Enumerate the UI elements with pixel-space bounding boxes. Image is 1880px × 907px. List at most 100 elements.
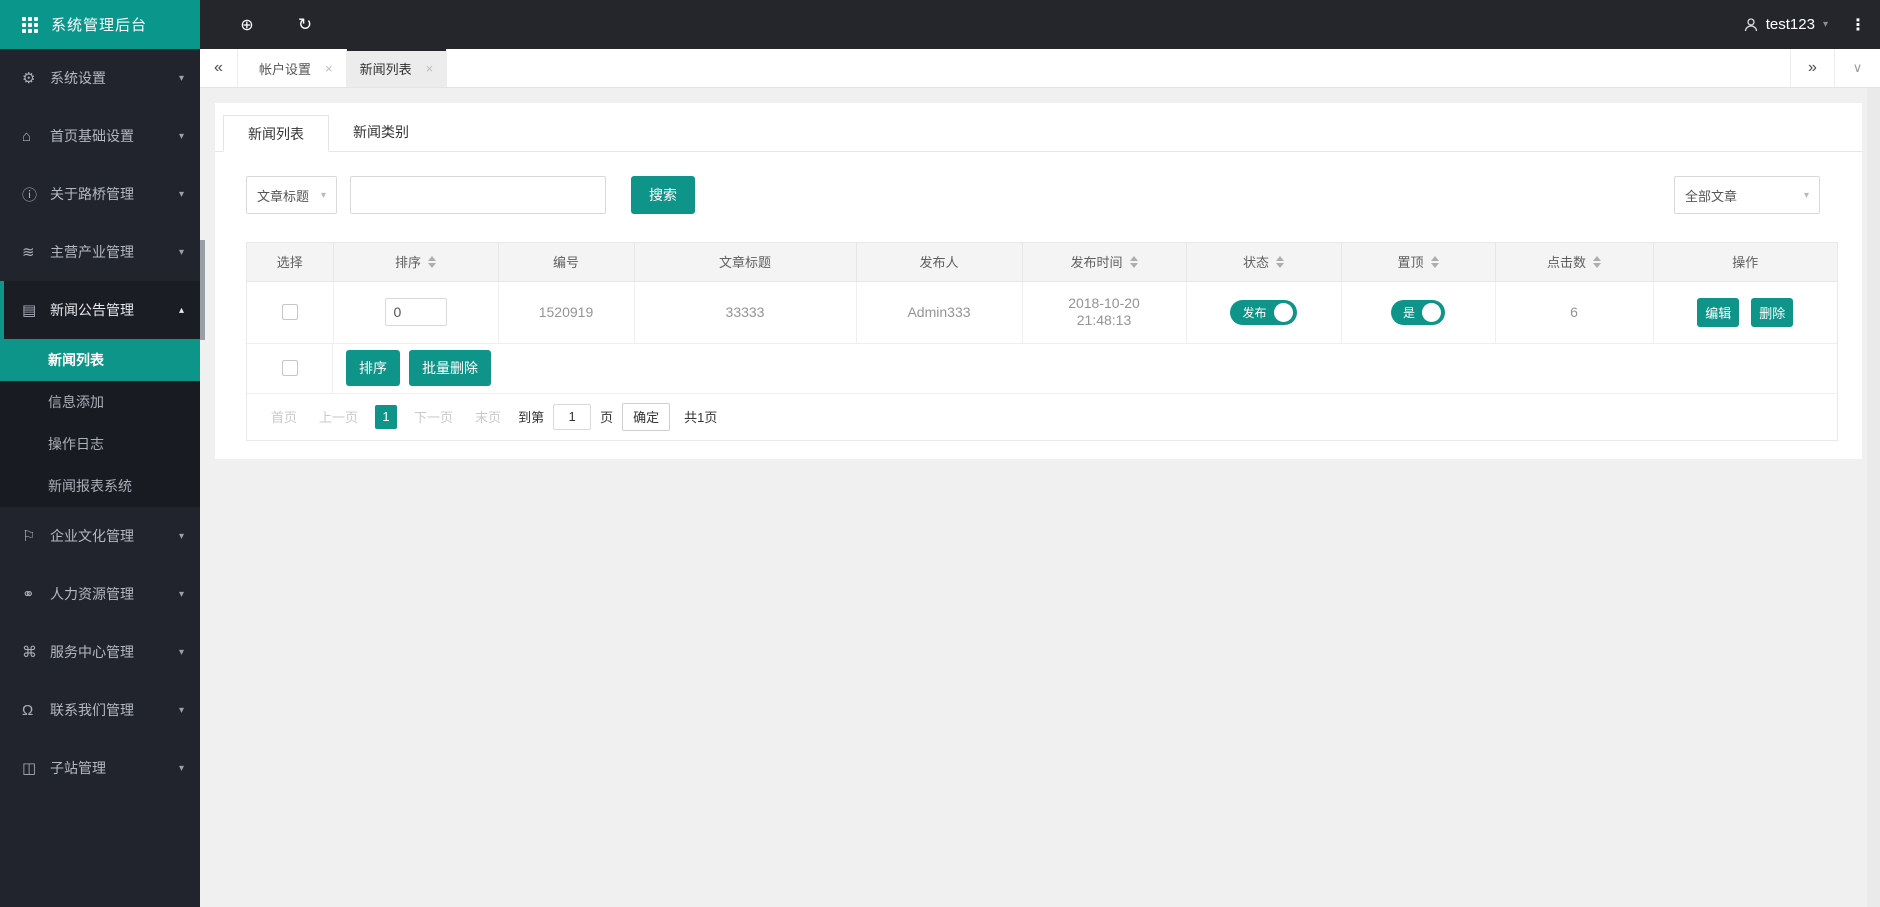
collapse-tabs-button[interactable]: « <box>200 49 238 87</box>
chevron-down-icon: ▾ <box>178 130 184 142</box>
status-toggle[interactable]: 发布 <box>1230 299 1297 325</box>
news-card: 新闻列表 新闻类别 文章标题 ▾ 搜索 全部文章 ▾ 选择 排序 编号 文章标题… <box>215 103 1862 459</box>
row-sort-input[interactable] <box>384 298 447 326</box>
sidebar-item-subsite-management[interactable]: ◫ 子站管理 ▾ <box>0 739 200 797</box>
sort-icon[interactable] <box>1129 255 1138 268</box>
tab-news-category[interactable]: 新闻类别 <box>329 114 433 151</box>
chevron-down-icon: ▾ <box>178 704 184 716</box>
sidebar-subitem-news-report[interactable]: 新闻报表系统 <box>0 465 200 507</box>
more-menu-icon[interactable]: ⋮ <box>1850 15 1866 35</box>
sidebar-item-label: 主营产业管理 <box>50 244 134 260</box>
expand-tabs-button[interactable]: » <box>1790 49 1834 87</box>
sidebar-item-news-management[interactable]: ▤ 新闻公告管理 ▴ <box>0 281 200 339</box>
chevron-down-icon: ▾ <box>178 72 184 84</box>
sidebar-item-about-management[interactable]: ⓘ 关于路桥管理 ▾ <box>0 165 200 223</box>
chevron-down-icon: ▾ <box>178 646 184 658</box>
tab-options-button[interactable]: ∨ <box>1834 49 1880 87</box>
sidebar-scrollbar-thumb[interactable] <box>200 240 205 340</box>
col-select: 选择 <box>247 243 334 282</box>
search-button[interactable]: 搜索 <box>631 176 695 214</box>
sidebar-item-label: 联系我们管理 <box>50 702 134 718</box>
user-menu[interactable]: test123 ▾ <box>1743 16 1828 33</box>
close-icon[interactable]: × <box>426 61 434 76</box>
sidebar-item-label: 新闻公告管理 <box>50 302 134 318</box>
sidebar-item-industry-management[interactable]: ≋ 主营产业管理 ▾ <box>0 223 200 281</box>
topbar: ⊕ ↻ test123 ▾ ⋮ <box>200 0 1880 49</box>
total-pages-label: 共1页 <box>684 410 718 425</box>
sidebar-item-contact-management[interactable]: Ω 联系我们管理 ▾ <box>0 681 200 739</box>
window-tab-account-settings[interactable]: 帐户设置 × <box>246 49 347 87</box>
goto-page-input[interactable] <box>553 403 592 430</box>
grid-icon <box>22 16 38 33</box>
toggle-label: 发布 <box>1242 305 1267 320</box>
sidebar-menu: ⚙ 系统设置 ▾ ⌂ 首页基础设置 ▾ ⓘ 关于路桥管理 ▾ ≋ 主营产业管理 … <box>0 49 200 797</box>
sidebar-subitem-news-list[interactable]: 新闻列表 <box>0 339 200 381</box>
select-value: 文章标题 <box>257 188 310 204</box>
chevron-up-icon: ▴ <box>178 304 184 316</box>
main-scrollbar[interactable] <box>1867 88 1880 907</box>
sidebar-item-homepage-settings[interactable]: ⌂ 首页基础设置 ▾ <box>0 107 200 165</box>
delete-button[interactable]: 删除 <box>1751 297 1794 327</box>
sidebar-item-system-settings[interactable]: ⚙ 系统设置 ▾ <box>0 49 200 107</box>
pinned-toggle[interactable]: 是 <box>1390 299 1445 325</box>
app-logo: 系统管理后台 <box>0 0 200 49</box>
headset-icon: Ω <box>22 701 34 719</box>
goto-label: 到第 <box>518 410 545 425</box>
col-pinned[interactable]: 置顶 <box>1341 243 1496 282</box>
last-page-link[interactable]: 末页 <box>475 407 501 426</box>
row-checkbox[interactable] <box>281 304 298 320</box>
batch-delete-button[interactable]: 批量删除 <box>409 350 491 386</box>
chevron-down-icon: ▾ <box>1803 189 1809 201</box>
sidebar-subitem-info-add[interactable]: 信息添加 <box>0 381 200 423</box>
sidebar-item-service-center[interactable]: ⌘ 服务中心管理 ▾ <box>0 623 200 681</box>
document-icon: ▤ <box>22 302 37 319</box>
prev-page-link[interactable]: 上一页 <box>319 407 358 426</box>
first-page-link[interactable]: 首页 <box>271 407 297 426</box>
refresh-icon[interactable]: ↻ <box>295 15 315 35</box>
goto-confirm-button[interactable]: 确定 <box>622 402 671 431</box>
sidebar: 系统管理后台 ⚙ 系统设置 ▾ ⌂ 首页基础设置 ▾ ⓘ 关于路桥管理 ▾ ≋ … <box>0 0 200 907</box>
category-select[interactable]: 全部文章 ▾ <box>1674 176 1820 214</box>
batch-sort-button[interactable]: 排序 <box>346 350 400 386</box>
search-row: 文章标题 ▾ 搜索 全部文章 ▾ <box>246 176 1820 214</box>
sort-icon[interactable] <box>1430 255 1439 268</box>
col-clicks[interactable]: 点击数 <box>1495 243 1654 282</box>
sort-icon[interactable] <box>1276 255 1284 268</box>
search-field-select[interactable]: 文章标题 ▾ <box>246 176 337 214</box>
search-input[interactable] <box>350 176 606 214</box>
sidebar-item-culture-management[interactable]: ⚐ 企业文化管理 ▾ <box>0 507 200 565</box>
next-page-link[interactable]: 下一页 <box>414 407 453 426</box>
col-title: 文章标题 <box>634 243 857 282</box>
row-clicks: 6 <box>1495 281 1654 344</box>
tab-news-list[interactable]: 新闻列表 <box>223 115 329 152</box>
col-status[interactable]: 状态 <box>1186 243 1342 282</box>
table-header-row: 选择 排序 编号 文章标题 发布人 发布时间 状态 置顶 点击数 操作 <box>247 243 1837 282</box>
col-author: 发布人 <box>856 243 1023 282</box>
sidebar-item-label: 系统设置 <box>50 70 106 86</box>
current-page[interactable]: 1 <box>375 404 398 429</box>
home-icon: ⌂ <box>22 127 32 145</box>
sidebar-item-label: 企业文化管理 <box>50 528 134 544</box>
chevron-down-icon: ▾ <box>178 188 184 200</box>
window-tab-news-list[interactable]: 新闻列表 × <box>346 49 448 87</box>
sort-icon[interactable] <box>428 255 436 268</box>
row-title: 33333 <box>634 281 857 344</box>
row-author: Admin333 <box>856 281 1023 344</box>
toggle-label: 是 <box>1402 305 1415 320</box>
col-sort[interactable]: 排序 <box>333 243 499 282</box>
close-icon[interactable]: × <box>325 61 333 76</box>
sidebar-item-hr-management[interactable]: ⚭ 人力资源管理 ▾ <box>0 565 200 623</box>
chevron-down-icon: ▾ <box>178 530 184 542</box>
edit-button[interactable]: 编辑 <box>1697 297 1740 327</box>
sort-icon[interactable] <box>1593 255 1601 268</box>
select-all-checkbox[interactable] <box>281 360 298 376</box>
layers-icon: ≋ <box>22 244 35 261</box>
pagination: 首页 上一页 1 下一页 末页 到第 页 确定 共1页 <box>247 394 1837 440</box>
table-row: 1520919 33333 Admin333 2018-10-20 21:48:… <box>247 281 1837 344</box>
window-tabstrip: « 帐户设置 × 新闻列表 × » ∨ <box>200 49 1880 88</box>
users-icon: ⚭ <box>22 586 35 603</box>
globe-icon[interactable]: ⊕ <box>237 15 257 35</box>
sidebar-item-label: 子站管理 <box>50 760 106 776</box>
col-publish-time[interactable]: 发布时间 <box>1022 243 1187 282</box>
sidebar-subitem-operation-log[interactable]: 操作日志 <box>0 423 200 465</box>
